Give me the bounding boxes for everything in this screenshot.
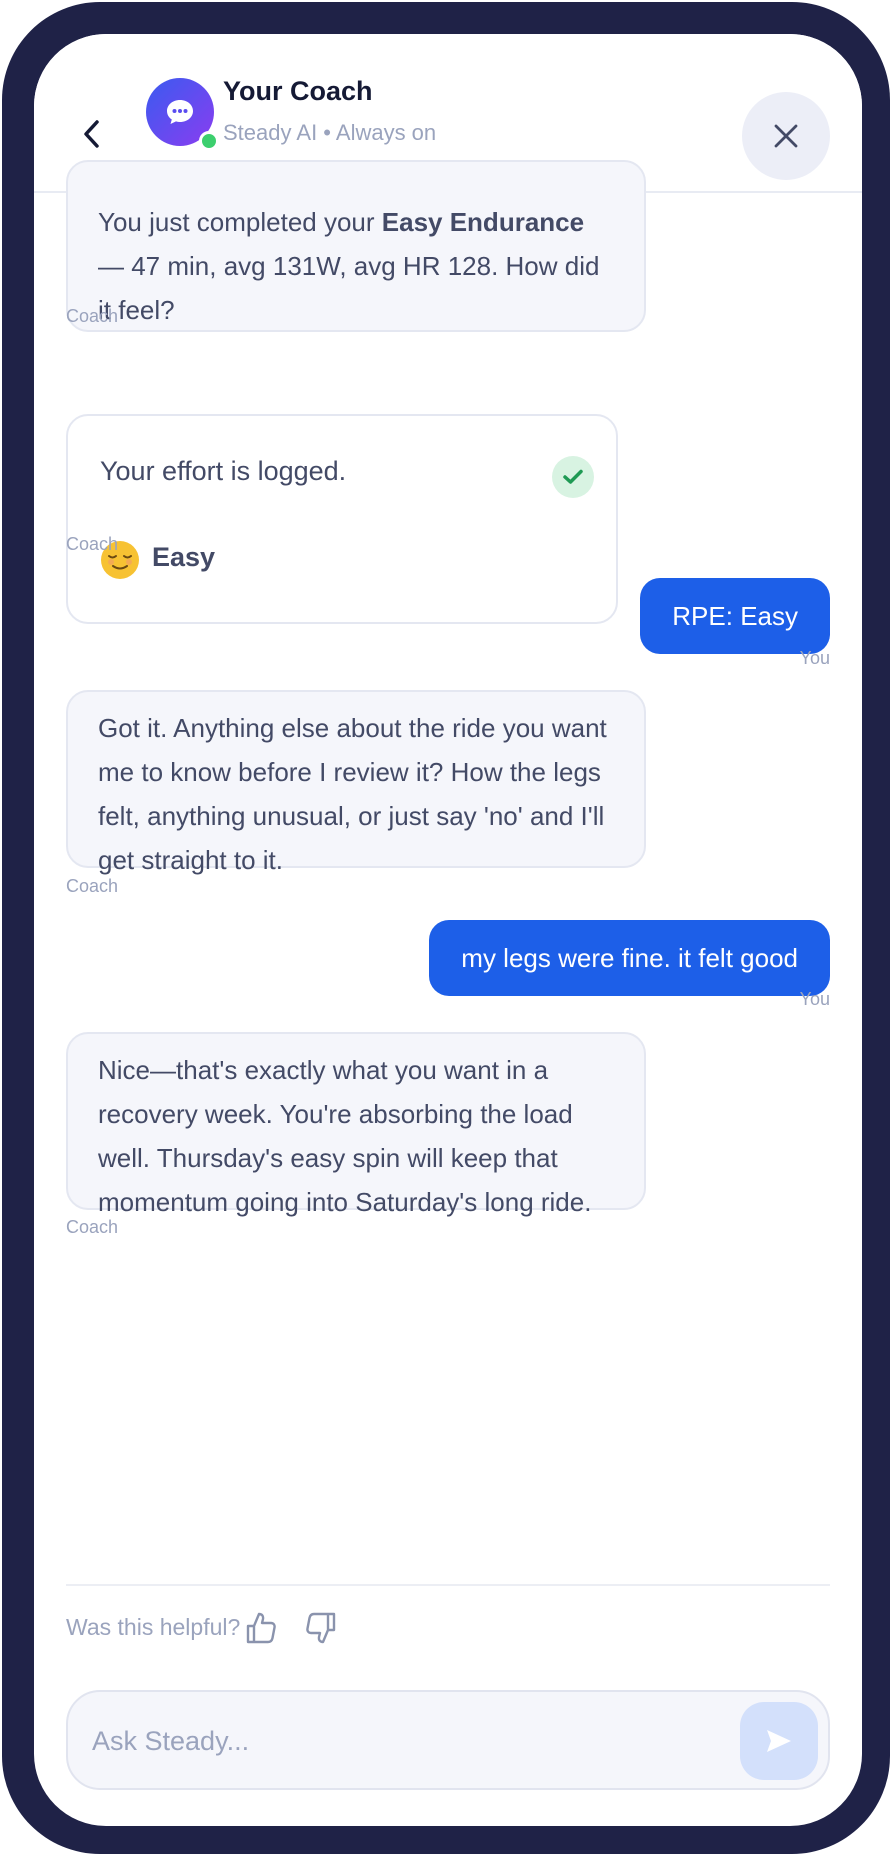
phone-mockup: Your Coach Steady AI • Always on You jus… <box>0 0 892 1856</box>
chevron-left-icon <box>84 120 99 148</box>
online-status-dot <box>199 131 219 151</box>
effort-logged-card: Your effort is logged. Easy <box>66 414 618 624</box>
thumbs-up-icon[interactable] <box>244 1610 278 1646</box>
message-text: Got it. Anything else about the ride you… <box>98 713 607 875</box>
coach-message: Got it. Anything else about the ride you… <box>66 690 646 875</box>
effort-rating: Easy <box>152 542 216 572</box>
sender-label: Coach <box>66 876 119 896</box>
coach-name: Your Coach <box>223 76 373 106</box>
helpful-question: Was this helpful? <box>66 1614 241 1640</box>
sender-label: Coach <box>66 1217 119 1237</box>
coach-status: Steady AI • Always on <box>223 120 437 145</box>
chat-screen: Your Coach Steady AI • Always on You jus… <box>34 34 862 1826</box>
message-text: Nice—that's exactly what you want in a r… <box>98 1055 592 1217</box>
device-frame: Your Coach Steady AI • Always on You jus… <box>2 2 890 1854</box>
chat-bubble-icon <box>167 100 193 124</box>
coach-message: You just completed your Easy Endurance —… <box>66 160 646 332</box>
user-message: RPE: Easy <box>640 578 830 654</box>
back-button[interactable] <box>74 112 110 156</box>
effort-logged-text: Your effort is logged. <box>100 456 347 486</box>
sender-label: Coach <box>66 306 119 326</box>
thumbs-down-icon[interactable] <box>304 1610 338 1646</box>
message-composer <box>66 1690 830 1790</box>
send-icon <box>767 1730 791 1752</box>
send-button[interactable] <box>740 1702 818 1780</box>
user-message: my legs were fine. it felt good <box>429 920 830 996</box>
workout-name: Easy Endurance <box>381 207 585 237</box>
message-text: You just completed your <box>98 207 382 237</box>
sender-label: You <box>799 989 830 1009</box>
check-icon <box>552 456 594 498</box>
coach-message: Nice—that's exactly what you want in a r… <box>66 1032 646 1217</box>
sender-label: You <box>799 648 830 668</box>
divider <box>66 1584 830 1586</box>
ask-input[interactable] <box>90 1710 654 1772</box>
sender-label: Coach <box>66 534 119 554</box>
message-text: — 47 min, avg 131W, avg HR 128. How did … <box>98 251 600 325</box>
close-button[interactable] <box>742 92 830 180</box>
close-icon <box>774 124 798 148</box>
